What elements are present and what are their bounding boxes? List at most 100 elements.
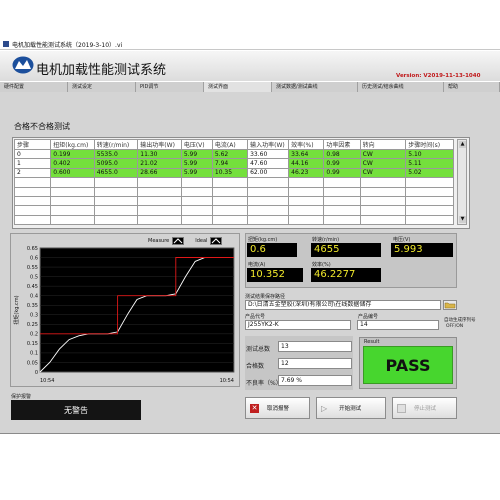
stop-icon bbox=[397, 403, 406, 413]
start-test-button[interactable]: ▷ 开始测试 bbox=[316, 397, 386, 419]
efficiency-label: 效率(%) bbox=[312, 262, 331, 268]
app-title: 电机加载性能测试系统 bbox=[36, 63, 167, 78]
stop-test-button[interactable]: 停止测试 bbox=[392, 397, 457, 419]
section-title: 合格不合格测试 bbox=[14, 122, 70, 131]
y-tick-label: 0.6 bbox=[30, 255, 38, 261]
y-tick-label: 0.1 bbox=[30, 351, 38, 357]
table-cell: 2 bbox=[13, 167, 52, 179]
tab-test-data[interactable]: 测试数据/测试曲线 bbox=[272, 82, 358, 92]
table-cell: 4655.0 bbox=[93, 167, 139, 179]
table-cell: 62.00 bbox=[247, 167, 290, 179]
table-cell: 21.02 bbox=[137, 158, 182, 169]
x-tick-label: 10:54 bbox=[40, 378, 54, 384]
y-tick-label: 0.65 bbox=[27, 246, 38, 252]
tab-history[interactable]: 历史测试/结余曲线 bbox=[358, 82, 444, 92]
auto-serial-toggle[interactable]: OFF/ON bbox=[446, 324, 463, 329]
auto-serial-label: 自动生成序列号 bbox=[444, 318, 476, 323]
product-code-field[interactable]: J255YK2-K bbox=[245, 320, 351, 330]
tab-pid[interactable]: PID调节 bbox=[136, 82, 204, 92]
y-tick-label: 0.05 bbox=[27, 360, 38, 366]
table-header-cell: 转速(r/min) bbox=[93, 139, 139, 150]
results-table: 步骤 扭矩(kg.cm) 转速(r/min) 输出功率(W) 电压(V) 电流(… bbox=[13, 139, 454, 226]
table-row-empty bbox=[13, 214, 454, 226]
table-header-cell: 扭矩(kg.cm) bbox=[50, 139, 95, 150]
table-scrollbar[interactable]: ▲ ▼ bbox=[457, 139, 467, 225]
y-tick-label: 0.3 bbox=[30, 313, 38, 319]
product-code-label: 产品代号 bbox=[245, 314, 266, 320]
table-header-cell: 步骤 bbox=[13, 139, 52, 150]
torque-readout: 0.6 bbox=[247, 243, 297, 257]
app-icon bbox=[3, 41, 9, 47]
table-cell: 0.99 bbox=[323, 167, 361, 179]
table-cell: 5535.0 bbox=[93, 148, 139, 160]
table-row-empty bbox=[13, 195, 454, 207]
table-cell: CW bbox=[359, 148, 407, 160]
y-tick-label: 0 bbox=[35, 370, 38, 376]
voltage-label: 电压(V) bbox=[393, 237, 411, 243]
table-row[interactable]: 1 0.402 5095.0 21.02 5.99 7.94 47.60 44.… bbox=[13, 158, 454, 169]
table-cell: 5.62 bbox=[211, 148, 249, 160]
table-row[interactable]: 2 0.600 4655.0 28.66 5.99 10.35 62.00 46… bbox=[13, 167, 454, 179]
current-readout: 10.352 bbox=[247, 268, 303, 282]
table-cell: 47.60 bbox=[247, 158, 290, 169]
plot-area bbox=[39, 247, 235, 373]
tab-test-interface[interactable]: 测试界面 bbox=[204, 82, 272, 92]
torque-chart: 0.65 0.6 0.55 0.5 0.45 0.4 0.35 0.3 0.25 0.2 0.15 0… bbox=[13, 246, 235, 384]
table-header-cell: 步骤时间(s) bbox=[405, 139, 454, 150]
table-cell: CW bbox=[359, 167, 407, 179]
table-cell: CW bbox=[359, 158, 407, 169]
tab-bar: 硬件配置 测试设定 PID调节 测试界面 测试数据/测试曲线 历史测试/结余曲线… bbox=[0, 82, 500, 92]
table-header-cell: 转向 bbox=[359, 139, 407, 150]
table-cell: 33.64 bbox=[288, 148, 325, 160]
pass-count-label: 合格数 bbox=[246, 363, 265, 370]
table-row-empty bbox=[13, 205, 454, 216]
table-cell: 0.199 bbox=[50, 148, 95, 160]
table-cell: 5.99 bbox=[180, 167, 213, 179]
y-tick-label: 0.45 bbox=[27, 284, 38, 290]
y-tick-label: 0.35 bbox=[27, 303, 38, 309]
result-label: Result bbox=[364, 339, 380, 345]
y-axis-label: 扭矩(kg.cm) bbox=[13, 295, 20, 324]
browse-folder-icon[interactable] bbox=[443, 300, 457, 310]
table-header-row: 步骤 扭矩(kg.cm) 转速(r/min) 输出功率(W) 电压(V) 电流(… bbox=[13, 139, 454, 150]
torque-label: 扭矩(kg.cm) bbox=[248, 237, 278, 243]
table-cell: 11.30 bbox=[137, 148, 182, 160]
scroll-down-icon[interactable]: ▼ bbox=[459, 216, 466, 223]
app-header: 电机加载性能测试系统 Version: V2019-11-13-1040 bbox=[0, 51, 500, 81]
table-header-cell: 效率(%) bbox=[288, 139, 325, 150]
save-path-label: 测试结果保存路径 bbox=[245, 294, 286, 300]
fail-rate-label: 不良率（%） bbox=[246, 380, 282, 387]
cancel-alarm-button[interactable]: ✕ 取消报警 bbox=[245, 397, 310, 419]
voltage-readout: 5.993 bbox=[391, 243, 453, 257]
table-cell: 0 bbox=[13, 148, 52, 160]
speed-label: 转速(r/min) bbox=[312, 237, 340, 243]
tab-hardware-config[interactable]: 硬件配置 bbox=[0, 82, 68, 92]
pass-count-value: 12 bbox=[278, 358, 352, 369]
product-number-label: 产品编号 bbox=[358, 314, 379, 320]
table-row-empty bbox=[13, 177, 454, 188]
alarm-indicator: 无警告 bbox=[11, 400, 141, 420]
table-header-cell: 电流(A) bbox=[211, 139, 249, 150]
table-cell: 5.11 bbox=[405, 158, 454, 169]
scroll-up-icon[interactable]: ▲ bbox=[459, 141, 466, 148]
table-row[interactable]: 0 0.199 5535.0 11.30 5.99 5.62 33.60 33.… bbox=[13, 148, 454, 160]
tab-test-settings[interactable]: 测试设定 bbox=[68, 82, 136, 92]
total-tests-label: 测试总数 bbox=[246, 346, 271, 353]
window-title: 电机加载性能测试系统（2019-3-10）.vi bbox=[12, 42, 123, 49]
table-cell: 33.60 bbox=[247, 148, 290, 160]
efficiency-readout: 46.2277 bbox=[311, 268, 381, 282]
alarm-value: 无警告 bbox=[64, 405, 88, 415]
table-cell: 5.02 bbox=[405, 167, 454, 179]
y-tick-label: 0.15 bbox=[27, 341, 38, 347]
table-header-cell: 电压(V) bbox=[180, 139, 213, 150]
alarm-label: 保护报警 bbox=[11, 394, 32, 400]
product-number-field[interactable]: 14 bbox=[357, 320, 439, 330]
current-label: 电流(A) bbox=[248, 262, 266, 268]
table-cell: 0.402 bbox=[50, 158, 95, 169]
result-indicator: PASS bbox=[363, 346, 453, 384]
save-path-field[interactable]: D:\日清五金塑胶(深圳)有限公司\在线数据储存 bbox=[245, 300, 441, 310]
tab-help[interactable]: 帮助 bbox=[444, 82, 500, 92]
y-tick-label: 0.4 bbox=[30, 293, 38, 299]
table-cell: 46.23 bbox=[288, 167, 325, 179]
y-tick-label: 0.55 bbox=[27, 265, 38, 271]
